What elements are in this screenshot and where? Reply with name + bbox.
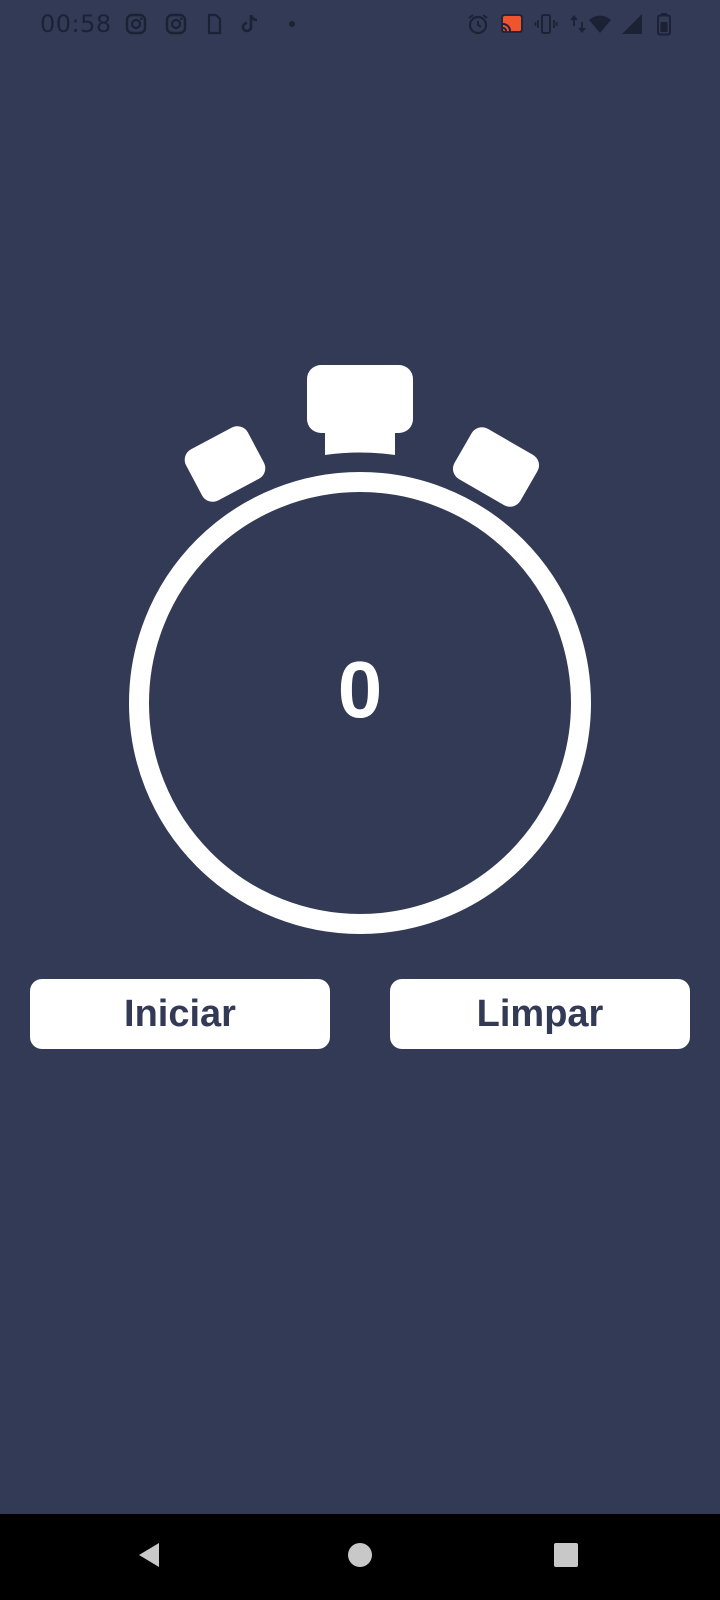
navigation-bar xyxy=(0,1514,720,1600)
home-button[interactable] xyxy=(310,1514,410,1600)
start-button[interactable]: Iniciar xyxy=(30,979,330,1049)
recent-apps-icon xyxy=(551,1540,581,1575)
back-button[interactable] xyxy=(100,1514,200,1600)
clear-button[interactable]: Limpar xyxy=(390,979,690,1049)
recent-apps-button[interactable] xyxy=(516,1514,616,1600)
stopwatch-icon xyxy=(129,365,591,934)
back-icon xyxy=(135,1540,165,1575)
home-icon xyxy=(345,1540,375,1575)
stopwatch-graphic xyxy=(0,0,720,960)
timer-display: 0 xyxy=(337,645,383,734)
